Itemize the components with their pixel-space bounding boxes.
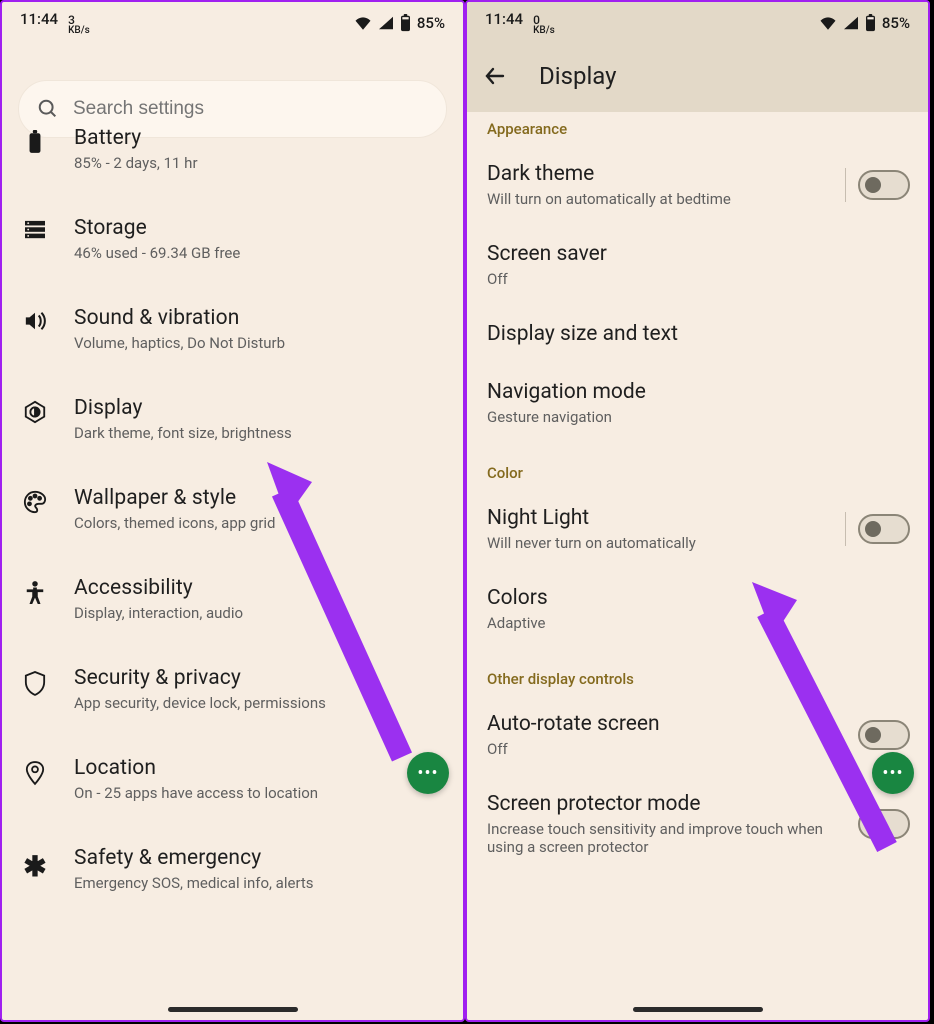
settings-item-display[interactable]: Display Dark theme, font size, brightnes… [2,374,463,464]
auto-rotate-toggle[interactable] [858,720,910,750]
shield-icon [24,670,46,696]
search-input[interactable] [73,98,428,120]
sound-icon [23,310,47,332]
more-icon: ••• [417,763,438,784]
item-title: Battery [74,126,443,150]
item-dark-theme[interactable]: Dark theme Will turn on automatically at… [467,146,928,226]
item-title: Security & privacy [74,666,443,690]
item-sub: Will never turn on automatically [487,534,827,552]
item-title: Accessibility [74,576,443,600]
gesture-bar[interactable] [168,1007,298,1012]
item-sub: Off [487,270,827,288]
signal-icon [843,16,859,30]
item-night-light[interactable]: Night Light Will never turn on automatic… [467,490,928,570]
settings-item-battery[interactable]: Battery 85% - 2 days, 11 hr [2,126,463,194]
settings-item-safety[interactable]: ✱ Safety & emergency Emergency SOS, medi… [2,824,463,914]
settings-item-storage[interactable]: Storage 46% used - 69.34 GB free [2,194,463,284]
item-title: Display [74,396,443,420]
section-other: Other display controls [467,650,928,696]
settings-item-wallpaper[interactable]: Wallpaper & style Colors, themed icons, … [2,464,463,554]
signal-icon [378,16,394,30]
display-settings-screen: 11:44 0KB/s 85% Display Appearance Dark … [465,0,930,1022]
item-sub: Gesture navigation [487,408,827,426]
status-bar: 11:44 0KB/s 85% [467,2,928,40]
item-title: Wallpaper & style [74,486,443,510]
item-title: Dark theme [487,162,835,186]
item-sub: Off [487,740,827,758]
status-time: 11:44 [485,10,523,28]
settings-list: Battery 85% - 2 days, 11 hr Storage 46% … [2,126,463,914]
page-title: Display [539,62,617,90]
location-icon [25,760,45,786]
settings-item-location[interactable]: Location On - 25 apps have access to loc… [2,734,463,824]
item-title: Screen saver [487,242,910,266]
screen-protector-toggle[interactable] [858,809,910,839]
item-colors[interactable]: Colors Adaptive [467,570,928,650]
item-title: Storage [74,216,443,240]
item-sub: Dark theme, font size, brightness [74,424,443,442]
item-sub: Increase touch sensitivity and improve t… [487,820,827,856]
item-sub: App security, device lock, permissions [74,694,443,712]
section-appearance: Appearance [467,112,928,146]
wifi-icon [354,16,372,30]
brightness-icon [23,400,47,424]
item-display-size[interactable]: Display size and text [467,306,928,364]
item-sub: On - 25 apps have access to location [74,784,443,802]
settings-item-accessibility[interactable]: Accessibility Display, interaction, audi… [2,554,463,644]
item-title: Safety & emergency [74,846,443,870]
more-fab[interactable]: ••• [872,752,914,794]
dark-theme-toggle[interactable] [858,170,910,200]
battery-icon [865,14,876,32]
divider [845,168,846,202]
item-title: Location [74,756,443,780]
settings-main-screen: 11:44 3KB/s 85% Battery 85% - 2 days, 11… [0,0,465,1022]
item-title: Navigation mode [487,380,910,404]
status-time: 11:44 [20,10,58,28]
item-title: Auto-rotate screen [487,712,848,736]
item-sub: Colors, themed icons, app grid [74,514,443,532]
item-sub: Display, interaction, audio [74,604,443,622]
item-sub: Volume, haptics, Do Not Disturb [74,334,443,352]
settings-item-sound[interactable]: Sound & vibration Volume, haptics, Do No… [2,284,463,374]
status-net-speed: 3KB/s [68,14,90,36]
item-title: Colors [487,586,910,610]
app-bar: Display [467,40,928,112]
settings-item-security[interactable]: Security & privacy App security, device … [2,644,463,734]
section-color: Color [467,444,928,490]
status-bar: 11:44 3KB/s 85% [2,2,463,40]
item-sub: Will turn on automatically at bedtime [487,190,827,208]
more-fab[interactable]: ••• [407,752,449,794]
battery-percent: 85% [882,14,910,32]
night-light-toggle[interactable] [858,514,910,544]
divider [845,512,846,546]
item-navigation-mode[interactable]: Navigation mode Gesture navigation [467,364,928,444]
item-screen-protector[interactable]: Screen protector mode Increase touch sen… [467,776,928,874]
wifi-icon [819,16,837,30]
gesture-bar[interactable] [633,1007,763,1012]
item-title: Display size and text [487,322,910,346]
item-title: Screen protector mode [487,792,848,816]
item-screen-saver[interactable]: Screen saver Off [467,226,928,306]
item-sub: 46% used - 69.34 GB free [74,244,443,262]
search-icon [37,98,59,120]
battery-icon [28,130,42,154]
item-title: Sound & vibration [74,306,443,330]
storage-icon [24,220,46,240]
back-button[interactable] [477,64,513,88]
asterisk-icon: ✱ [23,850,46,883]
battery-icon [400,14,411,32]
status-net-speed: 0KB/s [533,14,555,36]
item-sub: Adaptive [487,614,827,632]
item-sub: 85% - 2 days, 11 hr [74,154,443,172]
item-sub: Emergency SOS, medical info, alerts [74,874,443,892]
battery-percent: 85% [417,14,445,32]
item-auto-rotate[interactable]: Auto-rotate screen Off [467,696,928,776]
palette-icon [23,490,47,514]
accessibility-icon [24,580,46,606]
item-title: Night Light [487,506,835,530]
more-icon: ••• [882,763,903,784]
